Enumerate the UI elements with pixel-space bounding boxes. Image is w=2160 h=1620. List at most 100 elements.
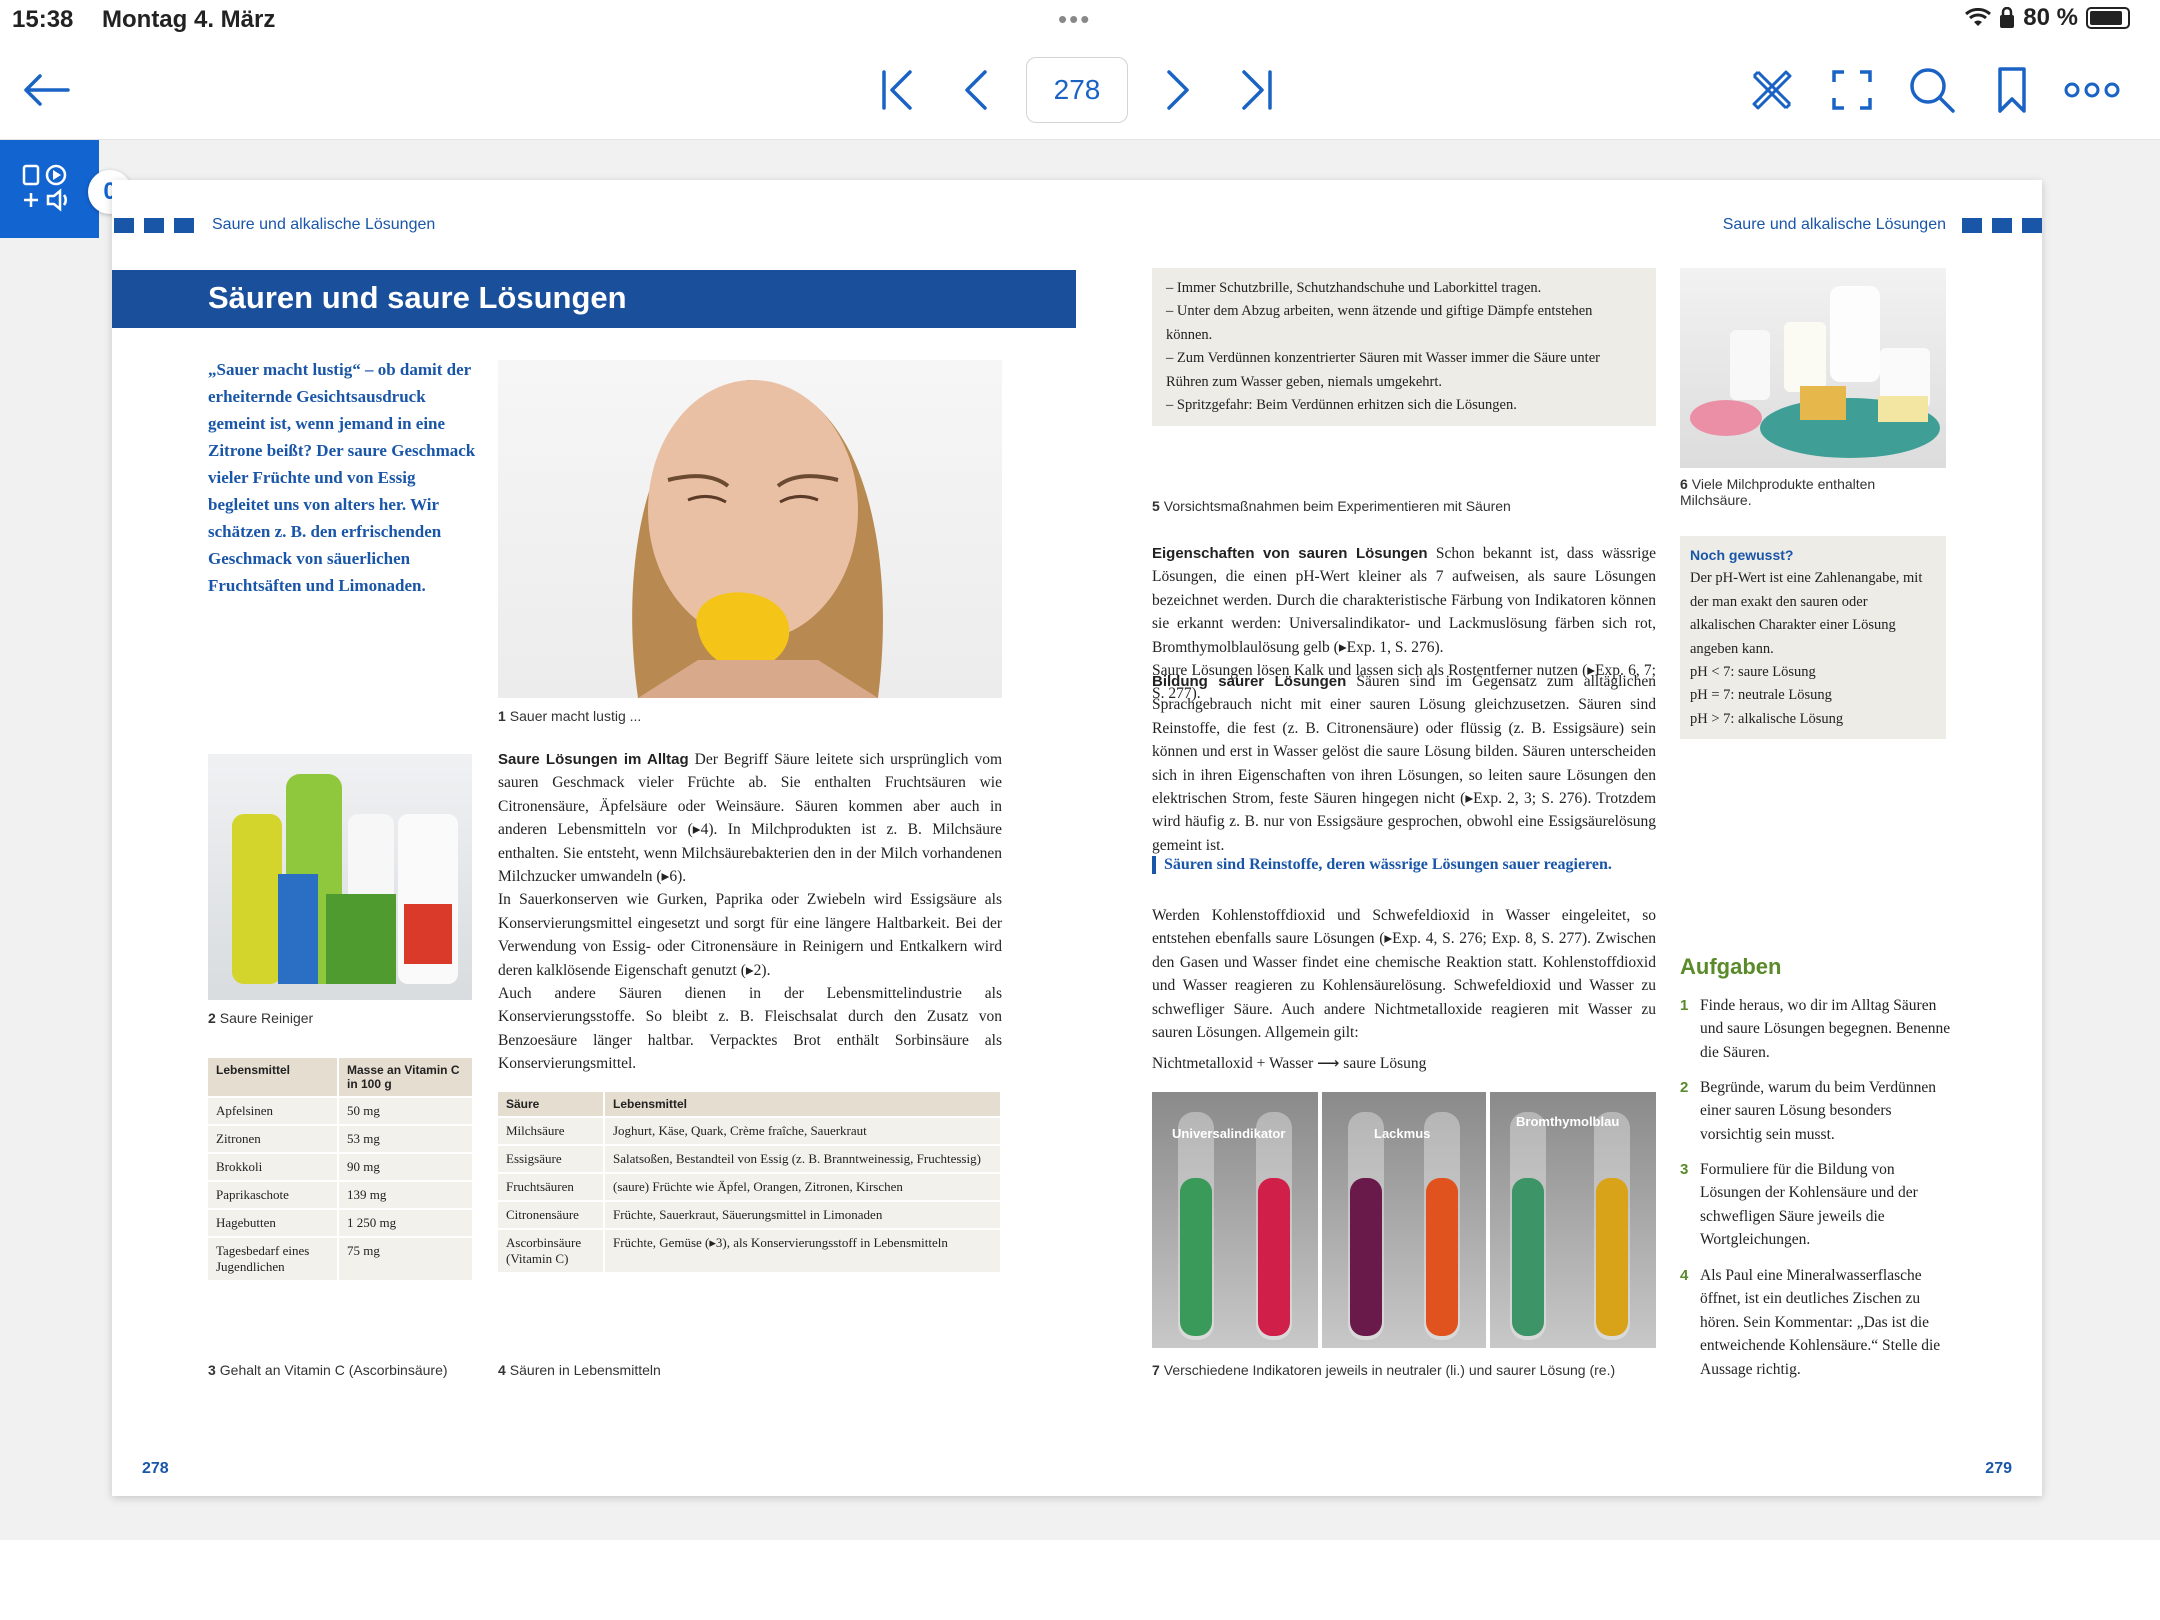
lock-rotation-icon [2000,7,2015,28]
running-head-left: Saure und alkalische Lösungen [212,216,436,233]
table-header: Lebensmittel [208,1058,339,1098]
task-item: 3 Formuliere für die Bildung von Lösungen… [1680,1158,1952,1252]
table-header: Säure [498,1092,605,1118]
text-saure-3: Auch andere Säuren dienen in der Lebensm… [498,985,1002,1073]
page-number-right: 279 [1985,1460,2012,1477]
table-cell: 1 250 mg [338,1209,474,1238]
table-row: Zitronen 53 mg [208,1125,474,1154]
photo-lackmus: Lackmus [1322,1092,1486,1348]
info-ph-alkaline: pH > 7: alkalische Lösung [1690,710,1844,727]
photo-cleaners [208,754,472,1000]
table-row: Essigsäure Salatsoßen, Bestandteil von Es… [498,1145,1002,1174]
caption-3-num: 3 [208,1362,216,1378]
safety-item: – Unter dem Abzug arbeiten, wenn ätzende… [1166,303,1593,343]
task-item: 1 Finde heraus, wo dir im Alltag Säuren u… [1680,994,1952,1064]
task-text: Formuliere für die Bildung von Lösungen … [1700,1161,1918,1249]
safety-item: – Immer Schutzbrille, Schutzhandschuhe u… [1166,280,1542,296]
table-cell: Fruchtsäuren [498,1173,605,1202]
vitamin-c-table: Lebensmittel Masse an Vitamin C in 100 g… [208,1058,474,1282]
table-cell: Ascorbinsäure (Vitamin C) [498,1229,605,1274]
search-icon[interactable] [1900,58,1964,122]
caption-1-num: 1 [498,708,506,724]
caption-6-text: Viele Milchprodukte enthalten Milchsäure… [1680,476,1876,508]
table-cell: Apfelsinen [208,1097,339,1126]
more-icon[interactable] [2060,58,2124,122]
photo-bromthymolblau: Bromthymolblau [1490,1092,1656,1348]
caption-7-num: 7 [1152,1362,1160,1378]
body-bildung: Bildung saurer Lösungen Säuren sind im G… [1152,670,1656,857]
task-item: 4 Als Paul eine Mineralwasserflasche öffn… [1680,1264,1952,1381]
multitask-dots-icon[interactable]: ••• [1058,4,1091,35]
battery-percent: 80 % [2023,4,2078,31]
next-page-icon[interactable] [1146,58,1210,122]
status-right: 80 % [1965,4,2130,32]
fullscreen-icon[interactable] [1820,58,1884,122]
heading-saure-loesungen: Saure Lösungen im Alltag [498,751,689,768]
last-page-icon[interactable] [1224,58,1288,122]
status-time: 15:38 [12,6,74,33]
table-row: Tagesbedarf eines Jugendlichen 75 mg [208,1237,474,1282]
photo-girl-lemon [498,360,1002,698]
safety-text: Spritzgefahr: Beim Verdünnen erhitzen si… [1176,397,1517,414]
text-saure-1: Der Begriff Säure leitete sich ursprüngl… [498,751,1003,886]
previous-page-icon[interactable] [944,58,1008,122]
acids-table: Säure Lebensmittel Milchsäure Joghurt, Kä… [498,1092,1002,1274]
heading-eigenschaften: Eigenschaften von sauren Lösungen [1152,545,1428,562]
book-spread: Saure und alkalische Lösungen Saure und … [112,180,2042,1496]
page-number-left: 278 [142,1460,169,1477]
caption-6-num: 6 [1680,476,1688,492]
intro-text: „Sauer macht lustig“ – ob damit der erhe… [208,360,476,595]
table-cell: 75 mg [338,1237,474,1282]
indicator-label-lackmus: Lackmus [1374,1126,1431,1141]
safety-text: Immer Schutzbrille, Schutzhandschuhe und… [1176,280,1542,296]
right-header-marks [1962,218,2042,233]
first-page-icon[interactable] [866,58,930,122]
task-number: 2 [1680,1079,1689,1096]
safety-item: – Spritzgefahr: Beim Verdünnen erhitzen … [1166,397,1517,414]
wifi-icon [1965,8,1992,26]
table-cell: 50 mg [338,1097,474,1126]
table-cell: Tagesbedarf eines Jugendlichen [208,1237,339,1282]
table-row: Milchsäure Joghurt, Käse, Quark, Crème fr… [498,1117,1002,1146]
indicator-label-universal: Universalindikator [1172,1126,1286,1141]
back-arrow-icon[interactable] [14,58,78,122]
status-date: Montag 4. März [102,6,276,33]
task-number: 4 [1680,1267,1689,1284]
table-row: Citronensäure Früchte, Sauerkraut, Säueru… [498,1201,1002,1230]
table-cell: Paprikaschote [208,1181,339,1210]
tools-icon[interactable] [1740,58,1804,122]
caption-1-text: Sauer macht lustig ... [509,708,642,724]
table-row: Paprikaschote 139 mg [208,1181,474,1210]
left-header-marks [114,218,194,233]
safety-box: – Immer Schutzbrille, Schutzhandschuhe u… [1152,268,1656,427]
table-cell: Brokkoli [208,1153,339,1182]
table-cell: Essigsäure [498,1145,605,1174]
table-cell: Salatsoßen, Bestandteil von Essig (z. B.… [604,1145,1002,1174]
caption-7: 7 Verschiedene Indikatoren jeweils in neu… [1152,1362,1615,1378]
heading-bildung: Bildung saurer Lösungen [1152,673,1347,690]
bookmark-icon[interactable] [1980,58,2044,122]
table-row: Ascorbinsäure (Vitamin C) Früchte, Gemüse… [498,1229,1002,1274]
media-panel-button[interactable] [0,140,99,238]
running-head-right: Saure und alkalische Lösungen [1722,216,1946,233]
table-row: Apfelsinen 50 mg [208,1097,474,1126]
table-row: Hagebutten 1 250 mg [208,1209,474,1238]
info-ph-acid: pH < 7: saure Lösung [1690,664,1816,681]
word-equation: Nichtmetalloxid + Wasser ⟶ saure Lösung [1152,1055,1427,1072]
caption-2-text: Saure Reiniger [219,1010,314,1026]
table-cell: 90 mg [338,1153,474,1182]
caption-4: 4 Säuren in Lebensmitteln [498,1362,661,1378]
task-text: Finde heraus, wo dir im Alltag Säuren un… [1700,997,1951,1061]
task-text: Als Paul eine Mineralwasserflasche öffne… [1700,1267,1941,1378]
safety-text: Zum Verdünnen konzentrierter Säuren mit … [1166,350,1600,390]
page-number-field[interactable]: 278 [1026,57,1128,123]
body-saure-loesungen: Saure Lösungen im Alltag Der Begriff Säu… [498,748,1002,1076]
battery-icon [2086,7,2130,29]
caption-1: 1 Sauer macht lustig ... [498,708,641,724]
photo-milk-products [1680,268,1946,468]
safety-text: Unter dem Abzug arbeiten, wenn ätzende u… [1166,303,1593,343]
caption-4-num: 4 [498,1362,506,1378]
indicator-label-bromthymol: Bromthymolblau [1516,1114,1620,1129]
table-header: Masse an Vitamin C in 100 g [338,1058,474,1098]
info-ph-neutral: pH = 7: neutrale Lösung [1690,687,1832,704]
